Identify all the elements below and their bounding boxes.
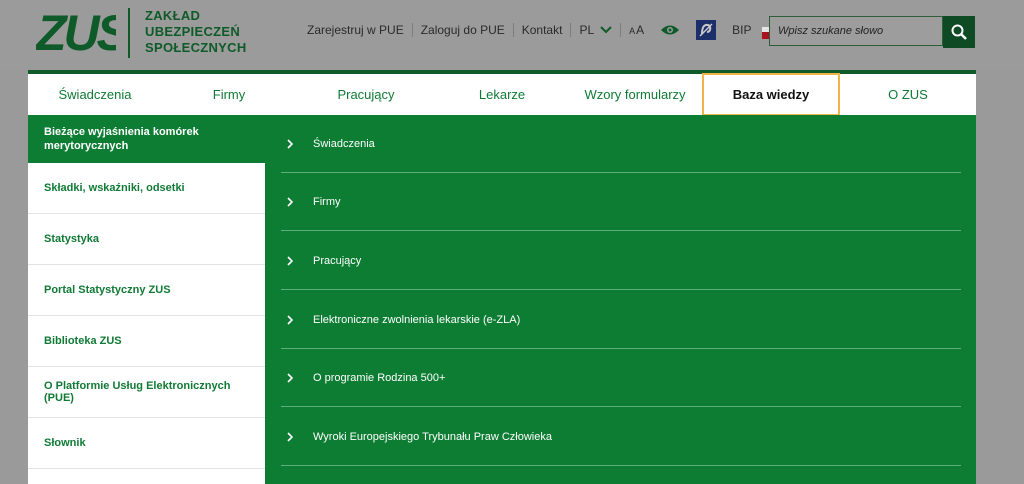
- side-item-biezace-wyjasnienia[interactable]: Bieżące wyjaśnienia komórek merytoryczny…: [28, 115, 265, 163]
- eye-icon: [661, 25, 680, 35]
- logo-line-1: ZAKŁAD: [145, 8, 201, 23]
- nav-item-swiadczenia[interactable]: Świadczenia: [28, 74, 162, 115]
- side-item-statystyka[interactable]: Statystyka: [28, 214, 265, 265]
- search-box: [769, 16, 975, 48]
- search-input[interactable]: [769, 16, 943, 46]
- chevron-right-icon: [287, 255, 293, 266]
- side-item-biblioteka[interactable]: Biblioteka ZUS: [28, 316, 265, 367]
- chevron-down-icon: [600, 26, 612, 34]
- panel-item-rodzina-500[interactable]: O programie Rodzina 500+: [281, 349, 961, 407]
- register-pue-link[interactable]: Zarejestruj w PUE: [307, 23, 413, 37]
- panel-item-swiadczenia[interactable]: Świadczenia: [281, 115, 961, 173]
- zus-logo[interactable]: ZUS: [36, 6, 116, 58]
- panel-item-firmy[interactable]: Firmy: [281, 173, 961, 231]
- panel-item-e-zla[interactable]: Elektroniczne zwolnienia lekarskie (e-ZL…: [281, 291, 961, 349]
- side-item-portal-statystyczny[interactable]: Portal Statystyczny ZUS: [28, 265, 265, 316]
- font-size-small-button[interactable]: A: [629, 24, 635, 38]
- svg-text:ZUS: ZUS: [36, 6, 116, 58]
- language-selector[interactable]: PL: [571, 23, 622, 37]
- search-icon: [951, 24, 967, 40]
- login-pue-link[interactable]: Zaloguj do PUE: [413, 23, 514, 37]
- top-links: Zarejestruj w PUE Zaloguj do PUE Kontakt…: [307, 20, 782, 40]
- side-item-skladki[interactable]: Składki, wskaźniki, odsetki: [28, 163, 265, 214]
- panel-item-label: Pracujący: [313, 254, 362, 267]
- logo-line-3: SPOŁECZNYCH: [145, 40, 247, 55]
- panel-item-label: Wyroki Europejskiego Trybunału Praw Czło…: [313, 430, 552, 443]
- panel-item-label: Świadczenia: [313, 137, 375, 150]
- bip-link[interactable]: BIP: [724, 23, 759, 37]
- panel-item-label: Firmy: [313, 195, 341, 208]
- logo-divider: [128, 8, 130, 58]
- contact-link[interactable]: Kontakt: [514, 23, 572, 37]
- nav-item-lekarze[interactable]: Lekarze: [436, 74, 568, 115]
- nav-item-pracujacy[interactable]: Pracujący: [296, 74, 436, 115]
- contrast-toggle[interactable]: [652, 24, 688, 36]
- nav-item-baza-wiedzy[interactable]: Baza wiedzy: [702, 73, 840, 116]
- language-label: PL: [579, 23, 595, 37]
- chevron-right-icon: [287, 196, 293, 207]
- panel-item-label: O programie Rodzina 500+: [313, 371, 446, 384]
- panel-item-pracujacy[interactable]: Pracujący: [281, 232, 961, 290]
- chevron-right-icon: [287, 314, 293, 325]
- font-size-controls: A A: [621, 23, 652, 38]
- nav-item-firmy[interactable]: Firmy: [162, 74, 296, 115]
- main-nav: Świadczenia Firmy Pracujący Lekarze Wzor…: [28, 70, 976, 116]
- logo-line-2: UBEZPIECZEŃ: [145, 24, 241, 39]
- mega-menu: Bieżące wyjaśnienia komórek merytoryczny…: [28, 115, 976, 484]
- chevron-right-icon: [287, 372, 293, 383]
- deaf-accessibility-icon: [696, 20, 717, 40]
- logo-wordmark[interactable]: ZAKŁAD UBEZPIECZEŃ SPOŁECZNYCH: [145, 8, 247, 56]
- chevron-right-icon: [287, 431, 293, 442]
- mega-menu-sidebar: Bieżące wyjaśnienia komórek merytoryczny…: [28, 115, 265, 484]
- side-item-slownik[interactable]: Słownik: [28, 418, 265, 469]
- chevron-right-icon: [287, 138, 293, 149]
- panel-item-wyroki-etpc[interactable]: Wyroki Europejskiego Trybunału Praw Czło…: [281, 408, 961, 466]
- font-size-large-button[interactable]: A: [636, 23, 644, 37]
- site-header: ZUS ZAKŁAD UBEZPIECZEŃ SPOŁECZNYCH Zarej…: [0, 0, 1024, 70]
- panel-item-label: Elektroniczne zwolnienia lekarskie (e-ZL…: [313, 313, 521, 326]
- nav-item-wzory-formularzy[interactable]: Wzory formularzy: [568, 74, 702, 115]
- nav-item-o-zus[interactable]: O ZUS: [840, 74, 976, 115]
- side-item-platforma-pue[interactable]: O Platformie Usług Elektronicznych (PUE): [28, 367, 265, 418]
- search-button[interactable]: [943, 16, 975, 48]
- sign-language-button[interactable]: [688, 20, 724, 40]
- mega-menu-panel: Świadczenia Firmy Pracujący Elektroniczn…: [265, 115, 976, 484]
